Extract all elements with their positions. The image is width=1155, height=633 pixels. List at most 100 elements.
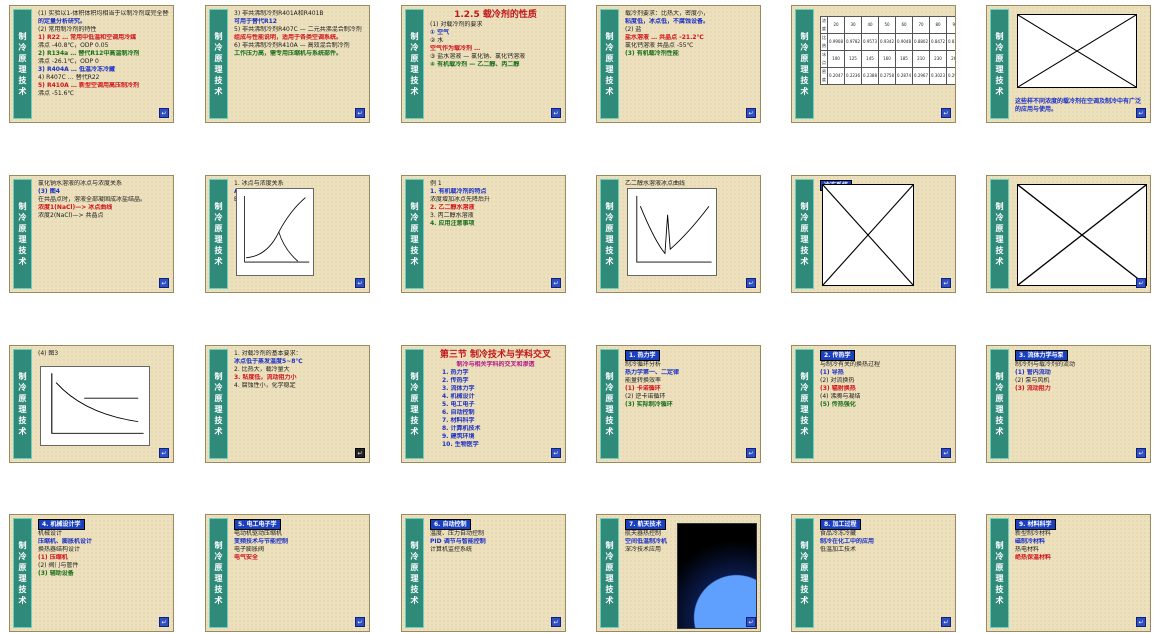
table-cell: 密度 [820,67,828,85]
slide-thumbnail[interactable]: 制冷原理技术 (1) 实验以1-体积体积均相当于以制冷剂或完全替代 的定量分析研究。… [9,5,174,123]
slide-nav-icon[interactable]: ↵ [1136,108,1146,118]
figure-chart [236,188,314,276]
sidebar-char: 术 [410,257,419,266]
text-line: 1) R22 … 常用中低温和空调用冷媒 [38,34,137,41]
sidebar-char: 技 [800,76,809,85]
slide-thumbnail[interactable]: 制冷原理技术 4. 机械设计学 机械设计 压缩机、膨胀机设计 换热器结构设计 (1) 压缩… [9,514,174,632]
slide-thumbnail[interactable]: 制冷原理技术这些样不同浓度的载冷剂在空调及制冷中有广泛的应用与使用。 ↵ [986,5,1151,123]
text-line: 浓度1(NaCl)—> 冰点曲线 [38,204,113,211]
slide-nav-icon[interactable]: ↵ [746,278,756,288]
slide-thumbnail[interactable]: 制冷原理技术 6. 自动控制 温度、压力自动控制 PID 调节与智能控制 计算机监控系统… [401,514,566,632]
slide-thumbnail[interactable]: 制冷原理技术 1. 对载冷剂的基本要求： 冰点低于蒸发温度5~8℃ 2. 比热大，载冷… [205,345,370,463]
slide-thumbnail[interactable]: 制冷原理技术 1. 热力学 制冷循环分析 热力学第一、二定律 能量转换效率 (1) 卡诺循… [596,345,761,463]
text-line: (1) 实验以1-体积体积均相当于以制冷剂或完全替代 [38,10,169,17]
sidebar-char: 冷 [410,552,419,561]
slide-nav-icon[interactable]: ↵ [941,278,951,288]
slide-thumbnail[interactable]: 制冷原理技术载冷剂要求：比热大，密度小， 粘度低，冰点低，不腐蚀设备。 (2) 盐盐… [596,5,761,123]
sidebar-char: 原 [605,224,614,233]
slide-nav-icon[interactable]: ↵ [1136,617,1146,627]
sidebar-char: 术 [605,257,614,266]
table-cell: 0.2236 [844,67,862,85]
text-line: (2) 阀门与管件 [38,562,79,569]
slide-thumbnail[interactable]: 制冷原理技术 8. 加工过程 食品冷冻冷藏 制冷在化工中的应用 低温加工技术 ↵ [791,514,956,632]
slide-nav-icon[interactable]: ↵ [551,448,561,458]
sidebar-char: 原 [605,54,614,63]
figure-chart [627,188,717,276]
slide-nav-icon[interactable]: ↵ [159,108,169,118]
slide-body: 9. 材料科学 新型制冷材料 磁制冷材料 热电材料 绝热保温材料 [1015,519,1146,627]
sidebar-char: 理 [605,65,614,74]
table-row: 密度 0.2047 0.2236 0.2388 0.2758 0.2874 0.2967 0.… [820,67,955,85]
slide-nav-icon[interactable]: ↵ [159,278,169,288]
slide-thumbnail[interactable]: 制冷原理技术1. 冰点与浓度关系A 共晶点 21.2%B 冰点 -21.2℃↵ [205,175,370,293]
slide-nav-icon[interactable]: ↵ [551,108,561,118]
sidebar-char: 技 [800,416,809,425]
text-line: ④ 有机载冷剂 — 乙二醇、丙二醇 [430,61,520,68]
slide-nav-icon[interactable]: ↵ [746,617,756,627]
sidebar-char: 制 [410,541,419,550]
slide-thumbnail[interactable]: 制冷原理技术 1.2.5 载冷剂的性质 (1) 对载冷剂的要求 ① 空气 ② 水空气作为… [401,5,566,123]
text-line: (2) 逆卡诺循环 [625,393,666,400]
slide-nav-icon[interactable]: ↵ [355,448,365,458]
table-cell: 160 [878,50,896,68]
sidebar-char: 技 [18,585,27,594]
slide-nav-icon[interactable]: ↵ [159,448,169,458]
slide-nav-icon[interactable]: ↵ [355,278,365,288]
slide-thumbnail[interactable]: 制冷原理技术 3. 流体力学与泵 制冷剂与载冷剂的流动 (1) 管内流动 (2) 泵与风… [986,345,1151,463]
slide-nav-icon[interactable]: ↵ [1136,448,1146,458]
table-cell: 0.2047 [827,67,845,85]
slide-nav-icon[interactable]: ↵ [941,617,951,627]
slide-nav-icon[interactable]: ↵ [941,108,951,118]
text-line: 工作压力高，需专用压缩机与系统部件。 [234,50,343,57]
table-cell: 210 [912,50,930,68]
slide-thumbnail[interactable]: 制冷原理技术乙二醇水溶液冰点曲线 ↵ [596,175,761,293]
slide-sidebar: 制冷原理技术 [405,179,424,289]
list-item: 2. 传热学 [442,377,469,384]
slide-thumbnail[interactable]: 制冷原理技术 3) 非共沸制冷剂R401A和R401B 可用于替代R12 5) 非共沸… [205,5,370,123]
slide-nav-icon[interactable]: ↵ [746,448,756,458]
slide-nav-icon[interactable]: ↵ [746,108,756,118]
slide-sidebar: 制冷原理技术 [990,518,1009,628]
slide-nav-icon[interactable]: ↵ [159,617,169,627]
table-header-row: 浓度2030405060708090 [820,16,955,34]
text-line: 1. 对载冷剂的基本要求： [234,350,302,357]
text-line: 机械设计 [38,530,63,537]
slide-thumbnail[interactable]: 制冷原理技术 2. 传热学 与制冷有关的换热过程 (1) 导热 (2) 对流换热 (3) … [791,345,956,463]
sidebar-char: 冷 [605,552,614,561]
text-line: 组成与性能说明，适用于各类空调系统。 [234,34,343,41]
text-line: 例 1 [430,180,442,187]
slide-thumbnail[interactable]: 制冷原理技术 (4) 图3 ↵ [9,345,174,463]
table-cell: 185 [895,50,913,68]
list-item: 7. 材料科学 [442,417,475,424]
slide-nav-icon[interactable]: ↵ [355,617,365,627]
table-header-cell: 20 [827,16,845,34]
slide-thumbnail[interactable]: 制冷原理技术 7. 航天技术 航天器热控制 空间低温制冷机 深冷技术应用 ↵ [596,514,761,632]
placeholder-image [822,184,914,286]
slide-thumbnail[interactable]: 制冷原理技术冷冻系统↵ [791,175,956,293]
slide-nav-icon[interactable]: ↵ [551,617,561,627]
slide-nav-icon[interactable]: ↵ [551,278,561,288]
slide-thumbnail[interactable]: 制冷原理技术氯化钠水溶液的冰点与浓度关系 (3) 图4 在共晶点时，溶液全部凝固成冰… [9,175,174,293]
sidebar-char: 术 [18,257,27,266]
slide-thumbnail[interactable]: 制冷原理技术浓度2030405060708090比热0.99080.97820.… [791,5,956,123]
text-line: (4) 沸腾与凝结 [820,393,861,400]
slide-thumbnail[interactable]: 制冷原理技术 9. 材料科学 新型制冷材料 磁制冷材料 热电材料 绝热保温材料 ↵ [986,514,1151,632]
slide-sidebar: 制冷原理技术 [405,349,424,459]
slide-thumbnail[interactable]: 制冷原理技术第三节 制冷技术与学科交叉 制冷与相关学科的交叉和渗透 1. 热力学 2.… [401,345,566,463]
sidebar-char: 术 [214,427,223,436]
slide-nav-icon[interactable]: ↵ [355,108,365,118]
slide-thumbnail[interactable]: 制冷原理技术 ↵ [986,175,1151,293]
slide-nav-icon[interactable]: ↵ [1136,278,1146,288]
slide-thumbnail[interactable]: 制冷原理技术例 1 1. 有机载冷剂的特点 浓度增加冰点先降后升 2. 乙二醇水溶液 3… [401,175,566,293]
slide-nav-icon[interactable]: ↵ [941,448,951,458]
sidebar-char: 原 [800,563,809,572]
table-cell: 0.9908 [827,33,845,51]
text-line: 2) R134a … 替代R12中高温制冷剂 [38,50,140,57]
text-line: 沸点 -40.8℃，ODP 0.05 [38,42,109,49]
slide-body: 5. 电工电子学 电动机驱动压缩机 变频技术与节能控制 电子膨胀阀 电气安全 [234,519,365,627]
slide-thumbnail[interactable]: 制冷原理技术 5. 电工电子学 电动机驱动压缩机 变频技术与节能控制 电子膨胀阀 电气安全… [205,514,370,632]
sidebar-char: 制 [800,202,809,211]
slide-title: 1.2.5 载冷剂的性质 [454,10,537,20]
text-line: (3) 流动阻力 [1015,385,1051,392]
sidebar-char: 术 [605,427,614,436]
